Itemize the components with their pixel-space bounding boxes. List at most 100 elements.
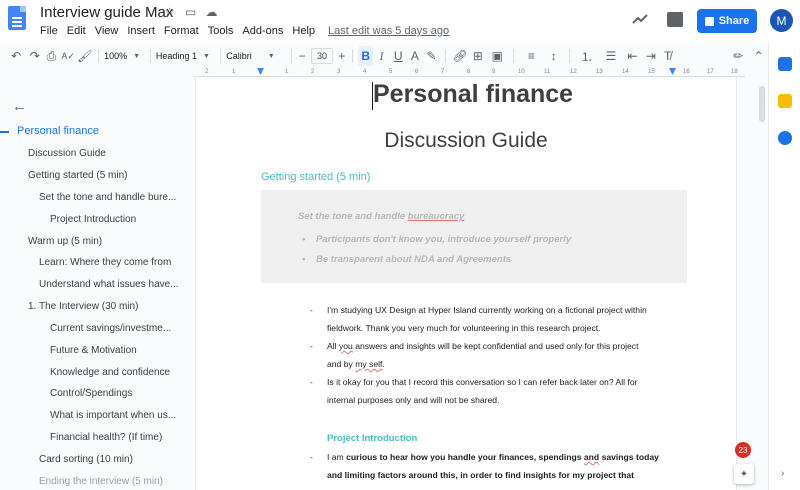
last-edit-link[interactable]: Last edit was 5 days ago — [328, 25, 449, 37]
bulleted-list-icon[interactable]: ☰ — [599, 46, 623, 66]
outline-item[interactable]: Knowledge and confidence — [50, 367, 170, 378]
menu-insert[interactable]: Insert — [127, 25, 155, 37]
menu-tools[interactable]: Tools — [208, 25, 234, 37]
ruler-tick: 5 — [389, 69, 393, 75]
editing-mode-icon[interactable]: ✏︎ — [727, 46, 749, 66]
share-button[interactable]: Share — [697, 9, 757, 33]
outline-item[interactable]: Personal finance — [17, 125, 99, 137]
horizontal-ruler[interactable]: 2 1 1 2 3 4 5 6 7 8 9 10 11 12 13 14 15 … — [195, 68, 745, 77]
keep-icon[interactable] — [778, 94, 792, 108]
increase-font-size-button[interactable]: + — [336, 46, 347, 66]
ruler-tick: 7 — [441, 69, 445, 75]
docs-logo-icon[interactable] — [8, 6, 26, 30]
paragraph-line: I'm studying UX Design at Hyper Island c… — [327, 305, 647, 315]
calendar-icon[interactable] — [778, 57, 792, 71]
menu-addons[interactable]: Add-ons — [242, 25, 283, 37]
cloud-status-icon[interactable]: ☁ — [205, 6, 218, 19]
outline-item[interactable]: Discussion Guide — [28, 148, 106, 159]
ruler-tick: 12 — [570, 69, 577, 75]
ruler-tick: 1 — [285, 69, 289, 75]
outline-item[interactable]: Ending the interview (5 min) — [39, 476, 163, 487]
document-page[interactable]: Personal finance Discussion Guide Gettin… — [195, 77, 737, 490]
bold-button[interactable]: B — [358, 46, 374, 66]
right-indent-marker[interactable] — [669, 68, 676, 75]
document-heading: Personal finance — [373, 80, 574, 108]
project-introduction-heading: Project Introduction — [327, 433, 418, 444]
outline-item[interactable]: Current savings/investme... — [50, 323, 171, 334]
decrease-font-size-button[interactable]: − — [297, 46, 308, 66]
increase-indent-icon[interactable]: ⇥ — [642, 46, 661, 66]
side-panel: › — [768, 42, 800, 490]
outline-item[interactable]: Project Introduction — [50, 214, 136, 225]
paint-format-icon[interactable]: 🖌︎ — [77, 46, 94, 66]
outline-item[interactable]: What is important when us... — [50, 410, 176, 421]
ruler-tick: 2 — [311, 69, 315, 75]
underline-button[interactable]: U — [390, 46, 407, 66]
outline-item[interactable]: Learn: Where they come from — [39, 257, 171, 268]
outline-item[interactable]: Understand what issues have... — [39, 279, 179, 290]
link-icon[interactable]: 🔗︎ — [451, 46, 470, 66]
redo-icon[interactable]: ↷ — [26, 46, 43, 66]
ruler-tick: 14 — [622, 69, 629, 75]
chevron-down-icon: ▼ — [267, 52, 275, 60]
left-indent-marker[interactable] — [257, 68, 264, 75]
zoom-select[interactable]: 100% ▼ — [104, 51, 145, 61]
decrease-indent-icon[interactable]: ⇤ — [623, 46, 642, 66]
outline-item[interactable]: Control/Spendings — [50, 388, 132, 399]
collapse-toolbar-icon[interactable]: ⌃ — [749, 46, 768, 66]
title-bar: Interview guide Max ☆ ▭ ☁ File Edit View… — [0, 0, 800, 42]
paragraph-line: All you answers and insights will be kep… — [327, 341, 639, 351]
menu-view[interactable]: View — [95, 25, 119, 37]
menu-help[interactable]: Help — [292, 25, 315, 37]
document-title[interactable]: Interview guide Max — [40, 4, 173, 21]
outline-item[interactable]: Getting started (5 min) — [28, 170, 127, 181]
menu-edit[interactable]: Edit — [67, 25, 86, 37]
chevron-right-icon[interactable]: › — [781, 468, 784, 479]
text-color-button[interactable]: A — [407, 46, 424, 66]
active-outline-marker — [0, 131, 9, 133]
outline-item[interactable]: Warm up (5 min) — [28, 236, 102, 247]
comment-history-icon[interactable] — [667, 12, 683, 27]
ruler-tick: 2 — [205, 69, 209, 75]
close-outline-arrow-icon[interactable]: ← — [12, 98, 27, 115]
numbered-list-icon[interactable]: ⒈ — [575, 46, 599, 66]
font-size-input[interactable]: 30 — [310, 48, 334, 64]
explore-icon[interactable]: ✦ — [734, 464, 754, 484]
outline-item[interactable]: Financial health? (If time) — [50, 432, 162, 443]
tasks-icon[interactable] — [778, 131, 792, 145]
font-value: Calibri — [226, 51, 252, 61]
vertical-scrollbar[interactable] — [759, 86, 765, 122]
ruler-tick: 13 — [596, 69, 603, 75]
formatting-toolbar: ↶ ↷ ⎙ A✓ 🖌︎ 100% ▼ Heading 1 ▼ Calibri ▼ − … — [0, 45, 768, 67]
ruler-tick: 11 — [544, 69, 551, 75]
ruler-tick: 4 — [363, 69, 367, 75]
notification-badge[interactable]: 23 — [735, 442, 751, 458]
font-select[interactable]: Calibri ▼ — [226, 51, 285, 61]
undo-icon[interactable]: ↶ — [6, 46, 26, 66]
outline-item[interactable]: Card sorting (10 min) — [39, 454, 133, 465]
outline-item[interactable]: Future & Motivation — [50, 345, 137, 356]
account-avatar[interactable]: M — [770, 9, 793, 32]
star-icon[interactable]: ☆ — [163, 6, 176, 19]
print-icon[interactable]: ⎙ — [43, 46, 60, 66]
line-spacing-icon[interactable]: ↕ — [543, 46, 563, 66]
menu-format[interactable]: Format — [164, 25, 199, 37]
highlight-icon[interactable]: ✎ — [423, 46, 440, 66]
style-select[interactable]: Heading 1 ▼ — [156, 51, 215, 61]
align-left-icon[interactable]: ≡ — [519, 46, 543, 66]
note-bullet: Be transparent about NDA and Agreements — [302, 254, 511, 265]
outline-item[interactable]: Set the tone and handle bure... — [39, 192, 176, 203]
menu-file[interactable]: File — [40, 25, 58, 37]
list-dash: - — [310, 452, 313, 462]
note-box: Set the tone and handle bureaucracy Part… — [261, 190, 687, 283]
add-comment-icon[interactable]: ⊞ — [469, 46, 486, 66]
spellcheck-icon[interactable]: A✓ — [60, 46, 77, 66]
outline-item[interactable]: 1. The Interview (30 min) — [28, 301, 138, 312]
clear-formatting-icon[interactable]: T̸ — [660, 46, 675, 66]
insert-image-icon[interactable]: ▣ — [486, 46, 508, 66]
move-folder-icon[interactable]: ▭ — [184, 6, 197, 19]
ruler-tick: 15 — [648, 69, 655, 75]
activity-trend-icon[interactable] — [632, 12, 648, 26]
italic-button[interactable]: I — [373, 46, 390, 66]
list-dash: - — [310, 341, 313, 351]
